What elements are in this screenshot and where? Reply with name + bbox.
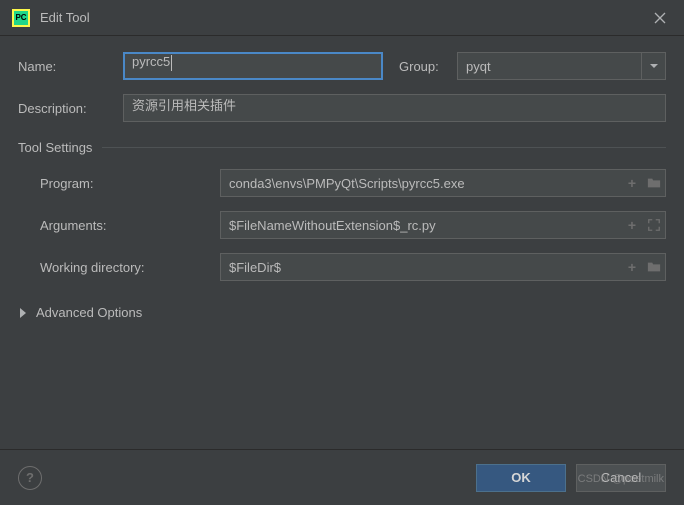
arguments-label: Arguments: [40, 218, 220, 233]
ok-button[interactable]: OK [476, 464, 566, 492]
chevron-down-icon[interactable] [641, 53, 665, 79]
watermark: CSDN @poetmilk [578, 473, 664, 485]
group-combo[interactable]: pyqt [457, 52, 666, 80]
expand-icon[interactable] [643, 212, 665, 238]
browse-folder-icon[interactable] [643, 170, 665, 196]
insert-macro-icon[interactable]: + [621, 170, 643, 196]
arguments-value: $FileNameWithoutExtension$_rc.py [221, 218, 621, 233]
program-label: Program: [40, 176, 220, 191]
help-icon[interactable]: ? [18, 466, 42, 490]
description-value: 资源引用相关插件 [132, 98, 236, 113]
group-value: pyqt [458, 59, 641, 74]
advanced-options-label: Advanced Options [36, 305, 142, 320]
chevron-right-icon [20, 308, 26, 318]
name-input[interactable]: pyrcc5 [123, 52, 383, 80]
arguments-input[interactable]: $FileNameWithoutExtension$_rc.py + [220, 211, 666, 239]
description-label: Description: [18, 101, 123, 116]
insert-macro-icon[interactable]: + [621, 212, 643, 238]
pycharm-icon: PC [12, 9, 30, 27]
browse-folder-icon[interactable] [643, 254, 665, 280]
tool-settings-header: Tool Settings [18, 140, 666, 155]
workdir-value: $FileDir$ [221, 260, 621, 275]
insert-macro-icon[interactable]: + [621, 254, 643, 280]
name-label: Name: [18, 59, 123, 74]
tool-settings-title: Tool Settings [18, 140, 92, 155]
workdir-label: Working directory: [40, 260, 220, 275]
advanced-options-toggle[interactable]: Advanced Options [18, 305, 666, 320]
program-input[interactable]: conda3\envs\PMPyQt\Scripts\pyrcc5.exe + [220, 169, 666, 197]
name-value: pyrcc5 [132, 54, 170, 69]
window-title: Edit Tool [40, 10, 90, 25]
workdir-input[interactable]: $FileDir$ + [220, 253, 666, 281]
group-label: Group: [399, 59, 457, 74]
program-value: conda3\envs\PMPyQt\Scripts\pyrcc5.exe [221, 176, 621, 191]
close-icon[interactable] [648, 6, 672, 30]
description-input[interactable]: 资源引用相关插件 [123, 94, 666, 122]
titlebar: PC Edit Tool [0, 0, 684, 36]
divider [102, 147, 666, 148]
